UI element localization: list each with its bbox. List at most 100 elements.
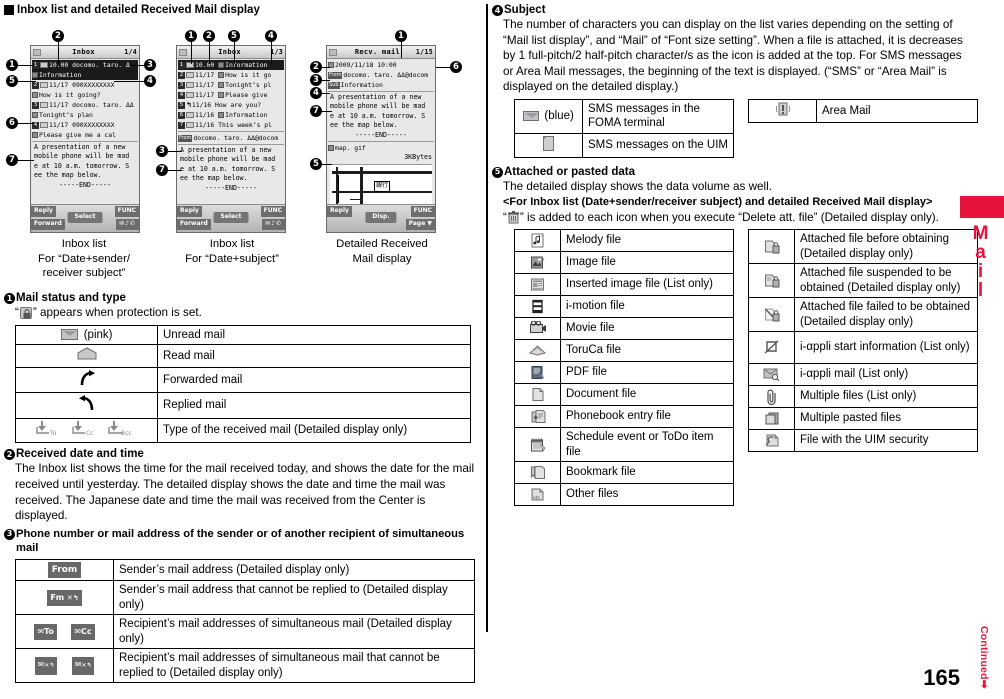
phone2-title: Inbox — [218, 47, 241, 56]
table-row: (blue) SMS messages in the FOMA terminal — [514, 98, 734, 134]
table-row: Melody file — [514, 229, 734, 253]
table-row: Attached file before obtaining (Detailed… — [748, 229, 978, 265]
callout-2-phone1: 2 — [52, 30, 64, 42]
phone3-preview: A presentation of a new mobile phone wil… — [330, 93, 426, 130]
desc-cell: Inserted image file (List only) — [560, 273, 734, 297]
divider — [328, 91, 434, 92]
callout-7-phone3: 7 — [310, 105, 322, 117]
table-row: Multiple files (List only) — [748, 385, 978, 409]
phone2-titlebar: Inbox 1/3 — [177, 46, 285, 59]
callout-7-phone1: 7 — [6, 154, 18, 166]
list-item-text: 090XXXXXXXX — [72, 80, 115, 89]
i-motion-file-icon — [532, 299, 543, 314]
attached-suspended-icon — [764, 274, 779, 288]
table-row: i-motion file — [514, 295, 734, 319]
caption-phone1: Inbox list For “Date+sender/ receiver su… — [4, 237, 164, 281]
document-file-icon — [532, 388, 543, 402]
table-row: Movie file — [514, 317, 734, 341]
table-row: Forwarded mail — [15, 366, 471, 394]
item-title: Mail status and type — [16, 292, 126, 304]
phone3-map-image: 銀行 — [330, 164, 432, 207]
callout-1-phone1: 1 — [6, 59, 18, 71]
caption-line: For “Date+subject” — [185, 252, 279, 265]
softkey-forward[interactable]: Forward — [31, 219, 65, 230]
softkey-select[interactable]: Select — [213, 212, 249, 223]
table-row: i-αppli start information (List only) — [748, 331, 978, 365]
from-tag-icon: From — [178, 134, 193, 142]
attachment-icons-table-left: Melody file Image file Inserted image fi… — [514, 229, 734, 507]
phone-screenshot-inbox-date-subject: Inbox 1/3 1 10.00 Information 2 11/17 How … — [176, 45, 286, 233]
pdf-file-icon — [531, 366, 545, 380]
softkey-func[interactable]: FUNC — [410, 206, 435, 217]
desc-cell: Attached file before obtaining (Detailed… — [794, 229, 978, 265]
i-appli-start-info-icon — [764, 340, 778, 354]
other-files-icon: etc — [531, 488, 543, 501]
list-item-date: 11/16 — [195, 110, 215, 119]
list-item-text: How is it go — [225, 70, 272, 79]
page-number: 165 — [923, 665, 960, 690]
list-item-date: 11/17 — [195, 70, 215, 79]
uim-card-icon — [543, 135, 554, 156]
softkey-disp[interactable]: Disp. — [365, 212, 397, 223]
icon-cell: etc — [514, 483, 561, 507]
area-mail-icon — [775, 102, 790, 121]
desc-cell: PDF file — [560, 361, 734, 385]
phone3-subject: Information — [340, 80, 383, 89]
softkey-select[interactable]: Select — [67, 212, 103, 223]
melody-file-icon — [531, 233, 544, 248]
icon-cell — [514, 132, 583, 159]
item-number: 3 — [4, 528, 15, 540]
table-row: ToruCa file — [514, 339, 734, 363]
item-1-heading: 1 Mail status and type — [4, 291, 484, 305]
list-item-text: Please give me a cal — [39, 130, 116, 139]
item-1-note: “ ” appears when protection is set. — [15, 305, 484, 321]
side-tab-label: Mail — [970, 223, 991, 299]
envelope-icon — [40, 82, 48, 88]
to-noreply-tag-icon: ✉✕↰ — [34, 657, 58, 675]
softkey-reply[interactable]: Reply — [31, 206, 56, 217]
softkey-func[interactable]: FUNC — [114, 206, 139, 217]
softkey-reply[interactable]: Reply — [327, 206, 352, 217]
side-tab-bar — [960, 196, 1004, 218]
envelope-open-icon — [77, 347, 97, 365]
list-item: 4 11/17 090XXXXXXXX — [32, 120, 138, 130]
desc-cell: i-motion file — [560, 295, 734, 319]
mail-status-table: (pink) Unread mail Read mail Forwarded m… — [15, 324, 471, 444]
list-item-text: docomo. taro. Δ — [72, 60, 130, 69]
list-item: How is it going? — [32, 90, 138, 100]
item-4-heading: 4 Subject — [492, 3, 972, 17]
sub-tag-icon: Sub — [328, 81, 340, 89]
softkey-forward[interactable]: Forward — [177, 219, 211, 230]
table-row: PDF file — [514, 361, 734, 385]
attachment-icon — [32, 92, 38, 98]
softkey-func[interactable]: FUNC — [260, 206, 285, 217]
phone2-list: 1 10.00 Information 2 11/17 How is it go 3… — [177, 59, 285, 193]
quote-open: “ — [503, 210, 507, 224]
section-title: Inbox list and detailed Received Mail di… — [4, 3, 484, 17]
schedule-todo-file-icon — [530, 438, 545, 452]
callout-5-phone1: 5 — [6, 75, 18, 87]
list-item: 6 11/16 Information — [178, 110, 284, 120]
softkey-page[interactable]: Page ▼ — [405, 219, 435, 230]
item-title: Phone number or mail address of the send… — [16, 527, 465, 554]
list-item-date: 11/17 — [195, 90, 215, 99]
caption-line: Detailed Received — [336, 238, 428, 250]
desc-cell: i-αppli mail (List only) — [794, 363, 978, 387]
phone-screenshot-detailed-mail: Recv. mail 1/15 2009/11/18 10:00 From doc… — [326, 45, 436, 233]
status-badge: 4 — [178, 91, 185, 99]
status-badge: 2 — [32, 81, 39, 89]
desc-cell: Multiple pasted files — [794, 407, 978, 431]
list-item: Information — [32, 70, 138, 80]
list-item: 4 11/17 Please give — [178, 90, 284, 100]
inserted-image-file-icon — [531, 278, 544, 291]
signal-icon — [179, 48, 187, 56]
image-file-icon — [328, 145, 334, 152]
phone2-softkeys: Reply FUNC Forward ✉♪✆ Select — [177, 204, 285, 232]
table-row: Area Mail — [748, 98, 978, 124]
phonebook-entry-file-icon: ♦ — [531, 410, 545, 424]
envelope-icon — [40, 62, 48, 68]
side-tab-mail[interactable]: Mail — [960, 196, 1004, 299]
caption-phone3: Detailed Received Mail display — [302, 237, 462, 266]
softkey-reply[interactable]: Reply — [177, 206, 202, 217]
icon-cell — [748, 297, 795, 333]
